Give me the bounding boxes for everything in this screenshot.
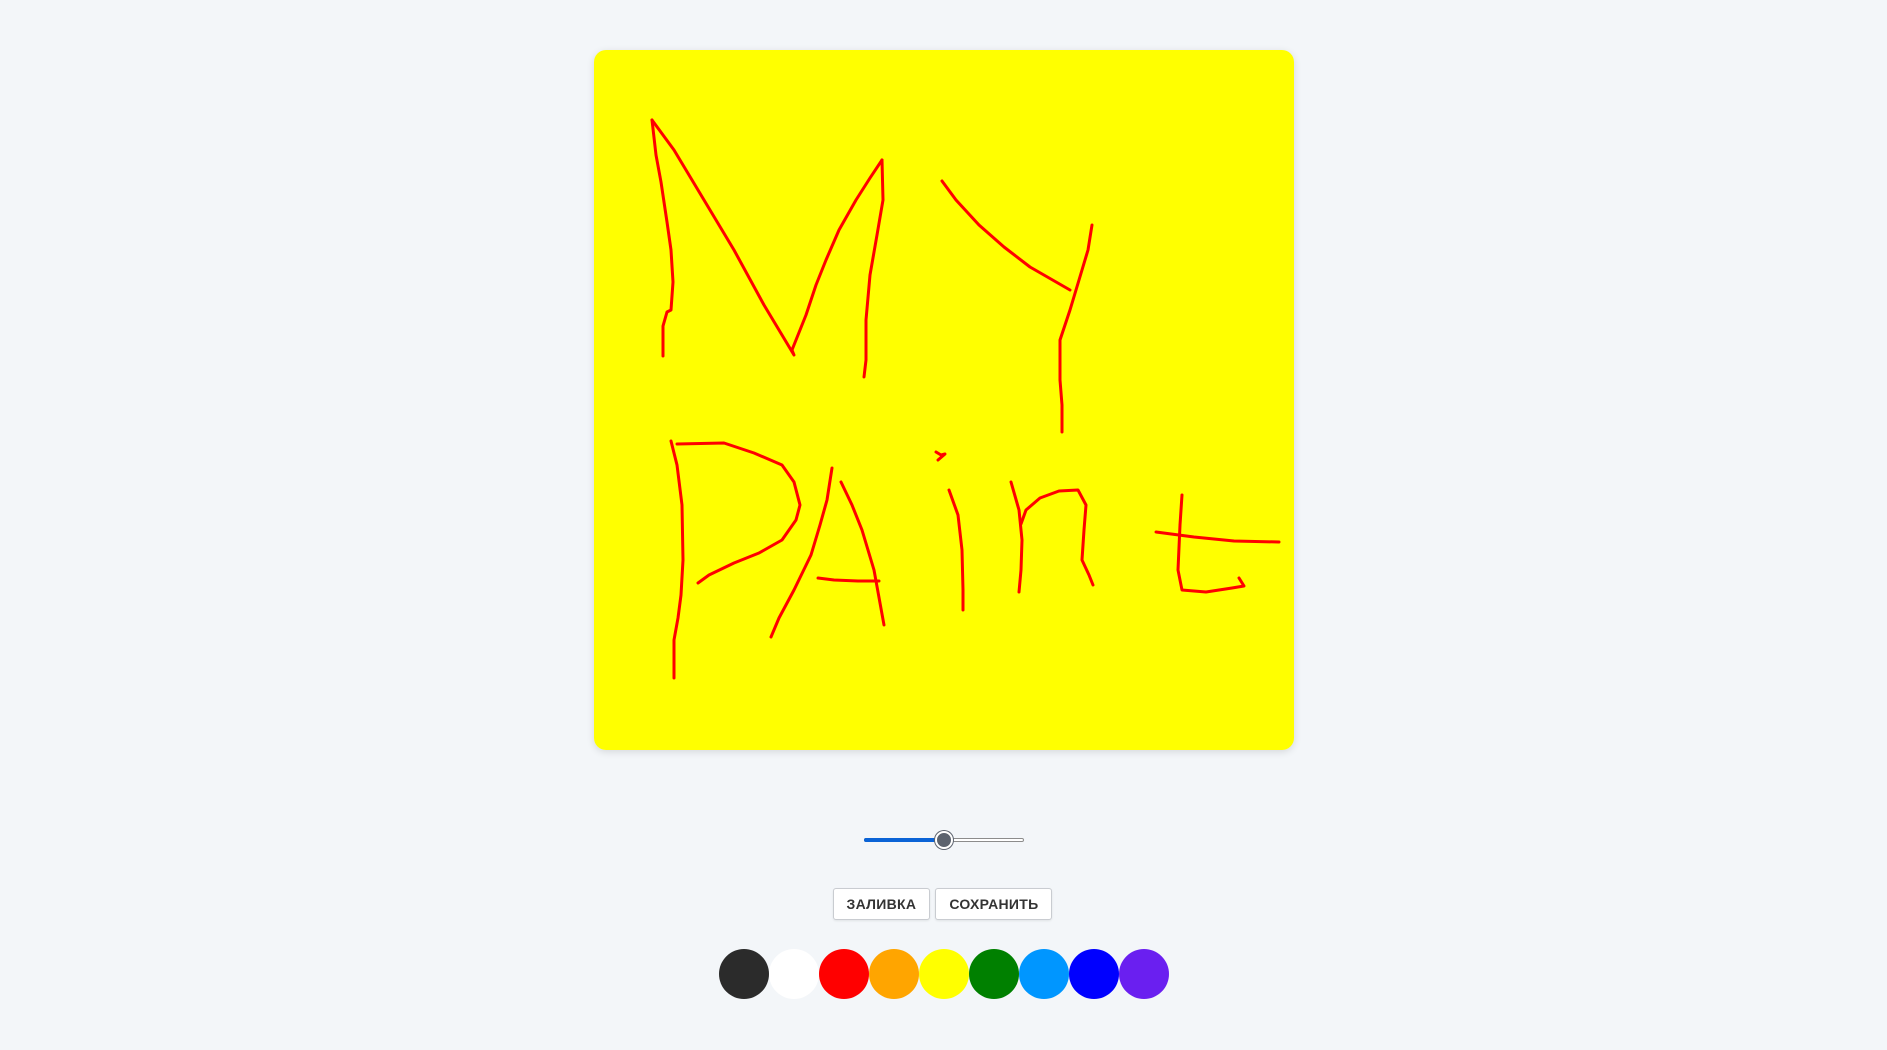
color-swatch-blue[interactable]	[1068, 949, 1119, 999]
save-button[interactable]: СОХРАНИТЬ	[935, 888, 1053, 920]
color-swatch-yellow[interactable]	[918, 949, 969, 999]
fill-button[interactable]: ЗАЛИВКА	[832, 888, 931, 920]
color-swatch-green[interactable]	[968, 949, 1019, 999]
color-swatch-light-blue[interactable]	[1018, 949, 1069, 999]
drawing-canvas[interactable]	[594, 50, 1294, 750]
drawing-surface[interactable]	[594, 50, 1294, 750]
color-swatch-white[interactable]	[768, 949, 819, 999]
brush-size-slider[interactable]	[864, 830, 1024, 852]
slider-fill	[864, 838, 944, 842]
toolbar: ЗАЛИВКА СОХРАНИТЬ	[0, 888, 1887, 920]
color-palette	[0, 949, 1887, 999]
color-swatch-black[interactable]	[718, 949, 769, 999]
canvas-background	[594, 50, 1294, 750]
color-swatch-purple[interactable]	[1118, 949, 1169, 999]
slider-thumb[interactable]	[935, 831, 953, 849]
color-swatch-orange[interactable]	[868, 949, 919, 999]
color-swatch-red[interactable]	[818, 949, 869, 999]
